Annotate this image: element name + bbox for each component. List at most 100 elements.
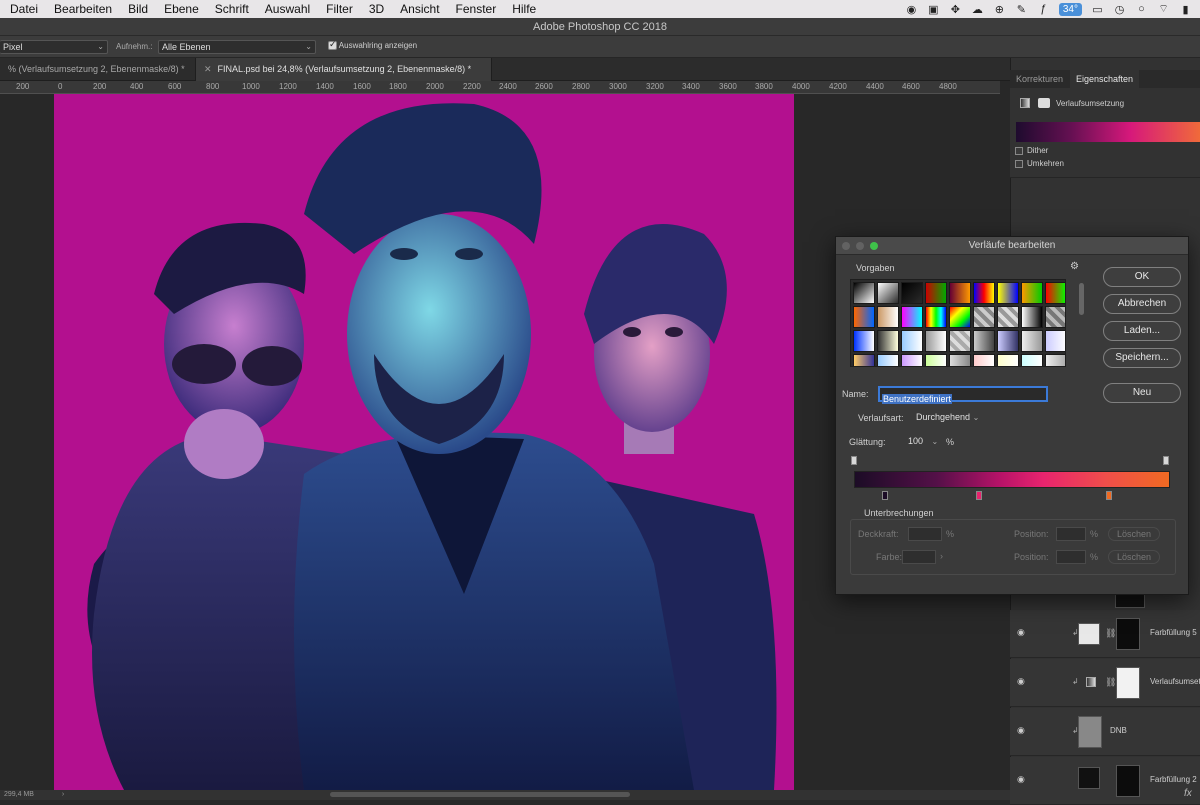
horizontal-scrollbar[interactable]: [330, 792, 630, 797]
preset-swatch[interactable]: [997, 354, 1019, 366]
preset-swatch[interactable]: [997, 330, 1019, 352]
show-ring-checkbox[interactable]: Auswahlring anzeigen: [328, 39, 417, 51]
presets-scrollbar[interactable]: [1079, 283, 1084, 315]
preset-swatch[interactable]: [1045, 282, 1065, 304]
checkbox-box[interactable]: [1015, 159, 1023, 168]
weather-badge[interactable]: 34°: [1058, 2, 1082, 16]
preset-swatch[interactable]: [901, 306, 923, 328]
preset-swatch[interactable]: [877, 306, 899, 328]
dither-checkbox[interactable]: Dither: [1015, 146, 1048, 155]
preset-swatch[interactable]: [877, 354, 899, 366]
preset-swatch[interactable]: [1021, 330, 1043, 352]
preset-swatch[interactable]: [853, 306, 875, 328]
color-stop-pink[interactable]: [976, 491, 982, 500]
preset-swatch[interactable]: [973, 330, 995, 352]
document-artwork[interactable]: [54, 94, 794, 790]
opacity-stop-left[interactable]: [851, 456, 857, 465]
layer-row[interactable]: ◉ ↲ ⛓ Verlaufsumset: [1010, 659, 1200, 707]
tab-korrekturen[interactable]: Korrekturen: [1010, 70, 1069, 88]
gradient-bar[interactable]: [854, 471, 1170, 488]
layer-row[interactable]: ◉ ↲ ⛓ Farbfüllung 5: [1010, 610, 1200, 658]
gradient-type-select[interactable]: Durchgehend ⌄: [916, 412, 979, 422]
preset-swatch[interactable]: [1045, 330, 1065, 352]
menu-schrift[interactable]: Schrift: [207, 0, 257, 18]
close-window-icon[interactable]: [842, 242, 850, 250]
battery-icon[interactable]: ▮: [1179, 3, 1192, 16]
tab-document-final[interactable]: ✕ FINAL.psd bei 24,8% (Verlaufsumsetzung …: [196, 58, 492, 81]
close-icon[interactable]: ✕: [204, 64, 212, 74]
minimize-window-icon[interactable]: [856, 242, 864, 250]
menu-bild[interactable]: Bild: [120, 0, 156, 18]
preset-swatch[interactable]: [1045, 306, 1065, 328]
color-stop-orange[interactable]: [1106, 491, 1112, 500]
visibility-eye-icon[interactable]: ◉: [1017, 676, 1027, 686]
menu-bearbeiten[interactable]: Bearbeiten: [46, 0, 120, 18]
menu-fenster[interactable]: Fenster: [448, 0, 505, 18]
disk-icon[interactable]: ▭: [1091, 3, 1104, 16]
menu-auswahl[interactable]: Auswahl: [257, 0, 318, 18]
save-button[interactable]: Speichern...: [1103, 348, 1181, 368]
preset-swatch[interactable]: [973, 306, 995, 328]
name-input[interactable]: Benutzerdefiniert: [878, 386, 1048, 404]
menu-filter[interactable]: Filter: [318, 0, 361, 18]
preset-swatch[interactable]: [925, 306, 947, 328]
chevron-down-icon[interactable]: ⌄: [932, 437, 939, 446]
preset-swatch[interactable]: [973, 282, 995, 304]
menu-ansicht[interactable]: Ansicht: [392, 0, 447, 18]
visibility-eye-icon[interactable]: ◉: [1017, 627, 1027, 637]
tray-box-icon[interactable]: ▣: [927, 3, 940, 16]
fx-icon[interactable]: fx: [1184, 788, 1192, 799]
preset-swatch[interactable]: [925, 354, 947, 366]
checkbox-box[interactable]: [328, 39, 337, 51]
preset-swatch[interactable]: [925, 330, 947, 352]
bolt-icon[interactable]: ƒ: [1037, 3, 1050, 15]
preset-swatch[interactable]: [853, 282, 875, 304]
menu-hilfe[interactable]: Hilfe: [504, 0, 544, 18]
preset-swatch[interactable]: [1021, 306, 1043, 328]
preset-swatch[interactable]: [853, 330, 875, 352]
visibility-eye-icon[interactable]: ◉: [1017, 725, 1027, 735]
layer-row[interactable]: ◉ ↲ DNB: [1010, 708, 1200, 756]
mask-icon[interactable]: [1038, 98, 1050, 108]
timemachine-icon[interactable]: ◷: [1113, 3, 1126, 16]
menu-3d[interactable]: 3D: [361, 0, 392, 18]
gradient-map-preview[interactable]: [1016, 122, 1200, 142]
preset-swatch[interactable]: [997, 306, 1019, 328]
cancel-button[interactable]: Abbrechen: [1103, 294, 1181, 314]
tab-document-1[interactable]: % (Verlaufsumsetzung 2, Ebenenmaske/8) *: [0, 58, 196, 81]
color-stop-dark[interactable]: [882, 491, 888, 500]
preset-swatch[interactable]: [949, 330, 971, 352]
unit-select[interactable]: Pixel ⌄: [0, 40, 108, 54]
preset-swatch[interactable]: [973, 354, 995, 366]
preset-swatch[interactable]: [901, 354, 923, 366]
preset-swatch[interactable]: [901, 282, 923, 304]
dropbox-icon[interactable]: ✥: [949, 3, 962, 16]
preset-swatch[interactable]: [949, 306, 971, 328]
opacity-stop-right[interactable]: [1163, 456, 1169, 465]
wifi-icon[interactable]: ⌔: [1157, 3, 1170, 15]
layer-row[interactable]: ◉ Farbfüllung 2: [1010, 757, 1200, 805]
preset-swatch[interactable]: [949, 282, 971, 304]
checkbox-box[interactable]: [1015, 146, 1023, 155]
preset-swatch[interactable]: [853, 354, 875, 366]
preset-swatch[interactable]: [877, 282, 899, 304]
menu-ebene[interactable]: Ebene: [156, 0, 207, 18]
visibility-eye-icon[interactable]: ◉: [1017, 774, 1027, 784]
creative-cloud-icon[interactable]: ☁: [971, 3, 984, 16]
preset-swatch[interactable]: [1045, 354, 1065, 366]
preset-swatch[interactable]: [1021, 282, 1043, 304]
preset-swatch[interactable]: [997, 282, 1019, 304]
preset-swatch[interactable]: [901, 330, 923, 352]
smoothness-input[interactable]: 100 ⌄: [908, 436, 938, 446]
status-arrow[interactable]: ›: [62, 791, 64, 798]
sample-select[interactable]: Alle Ebenen ⌄: [158, 40, 316, 54]
new-button[interactable]: Neu: [1103, 383, 1181, 403]
load-button[interactable]: Laden...: [1103, 321, 1181, 341]
tab-eigenschaften[interactable]: Eigenschaften: [1070, 70, 1140, 88]
preset-swatch[interactable]: [925, 282, 947, 304]
ok-button[interactable]: OK: [1103, 267, 1181, 287]
preset-swatch[interactable]: [949, 354, 971, 366]
settings-circle-icon[interactable]: ○: [1135, 3, 1148, 15]
evernote-icon[interactable]: ✎: [1015, 3, 1028, 16]
tray-app-icon[interactable]: ⊕: [993, 3, 1006, 16]
